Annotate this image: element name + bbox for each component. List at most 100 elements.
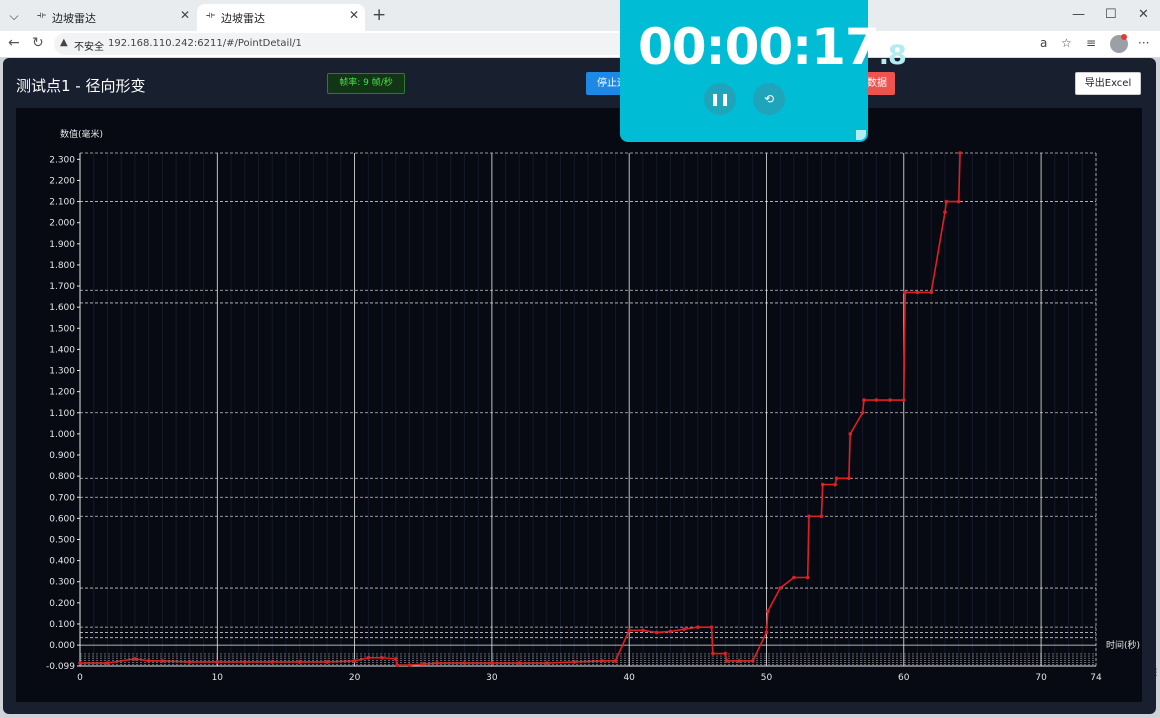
tab-list-menu-icon[interactable]: ⌵ bbox=[4, 6, 24, 26]
series-point bbox=[766, 609, 770, 614]
chart-panel: -0.099 0.000 0.100 0.200 0.300 0.400 0.500 0.60… bbox=[16, 108, 1142, 702]
notification-dot bbox=[1121, 34, 1127, 40]
series-point bbox=[711, 651, 715, 656]
series-point bbox=[901, 398, 906, 402]
y-tick-label: 1.800 bbox=[49, 261, 75, 271]
series-point bbox=[750, 659, 755, 663]
export-excel-button[interactable]: 导出Excel bbox=[1075, 72, 1141, 95]
y-tick-label: 0.000 bbox=[49, 641, 75, 651]
url-text[interactable]: 192.168.110.242:6211/#/PointDetail/1 bbox=[108, 38, 302, 49]
maximize-icon[interactable]: ☐ bbox=[1105, 7, 1117, 22]
y-tick-label: 0.500 bbox=[49, 535, 75, 545]
series-point bbox=[737, 659, 741, 663]
y-tick-label: 1.300 bbox=[49, 367, 75, 377]
y-tick-label: 0.100 bbox=[49, 620, 75, 630]
x-tick-label: 70 bbox=[1035, 673, 1047, 683]
x-tick-label: 30 bbox=[486, 673, 498, 683]
series-point bbox=[819, 514, 824, 519]
favorites-list-icon[interactable]: ≡ bbox=[1086, 36, 1096, 50]
stopwatch-overlay: 00:00:17.8 ❚❚ ⟲ bbox=[620, 0, 907, 142]
series-point bbox=[943, 210, 947, 214]
stopwatch-time: 00:00:17.8 bbox=[638, 18, 907, 76]
y-tick-label: 2.300 bbox=[49, 155, 75, 165]
stopwatch-time-main: 00:00:17 bbox=[638, 18, 880, 76]
window-close-icon[interactable]: ✕ bbox=[1138, 7, 1149, 22]
tab-inactive[interactable]: ⟛ 边坡雷达 ✕ bbox=[28, 4, 196, 31]
tab-title: 边坡雷达 bbox=[221, 12, 265, 25]
series-point bbox=[133, 657, 137, 661]
series-point bbox=[862, 398, 866, 402]
series-point bbox=[242, 660, 247, 664]
y-tick-label: 0.700 bbox=[49, 493, 75, 503]
series-point bbox=[696, 625, 700, 629]
series-point bbox=[188, 660, 192, 664]
back-icon[interactable]: ← bbox=[8, 35, 20, 51]
reload-icon[interactable]: ↻ bbox=[32, 35, 44, 51]
y-tick-label: 1.000 bbox=[49, 430, 75, 440]
series-point bbox=[325, 660, 329, 664]
resize-handle-icon: ⋮ bbox=[1152, 668, 1160, 678]
series-point bbox=[792, 575, 796, 580]
x-tick-label: 10 bbox=[212, 673, 224, 683]
series-point bbox=[807, 514, 811, 519]
tab-active[interactable]: ⟛ 边坡雷达 ✕ bbox=[197, 4, 365, 31]
x-tick-label: 20 bbox=[349, 673, 361, 683]
series-point bbox=[146, 659, 151, 663]
y-tick-label: 1.500 bbox=[49, 324, 75, 334]
pause-icon[interactable]: ❚❚ bbox=[704, 83, 736, 115]
read-aloud-icon[interactable]: a͏ bbox=[1040, 36, 1047, 50]
series-point bbox=[366, 655, 371, 660]
reset-icon[interactable]: ⟲ bbox=[753, 83, 785, 115]
x-tick-label: 50 bbox=[761, 673, 773, 683]
series-point bbox=[929, 290, 934, 295]
series-point bbox=[778, 586, 783, 590]
y-axis-label: 数值(毫米) bbox=[60, 128, 103, 140]
radar-icon: ⟛ bbox=[37, 10, 47, 21]
series-point bbox=[490, 661, 494, 665]
new-tab-button[interactable]: + bbox=[372, 5, 386, 25]
minimize-icon[interactable]: — bbox=[1072, 7, 1085, 22]
series-point bbox=[903, 290, 907, 295]
tab-title: 边坡雷达 bbox=[52, 12, 96, 25]
address-bar: ← ↻ ▲ 不安全 192.168.110.242:6211/#/PointDe… bbox=[0, 31, 1160, 58]
close-icon[interactable]: ✕ bbox=[349, 8, 359, 22]
series-point bbox=[599, 659, 604, 663]
browser-tabstrip: ⌵ ⟛ 边坡雷达 ✕ ⟛ 边坡雷达 ✕ + — ☐ ✕ bbox=[0, 0, 1160, 31]
series-point bbox=[820, 482, 825, 487]
page-title: 测试点1 - 径向形变 bbox=[16, 77, 146, 95]
warning-icon: ▲ bbox=[60, 37, 68, 48]
series-point bbox=[380, 655, 384, 660]
close-icon[interactable]: ✕ bbox=[180, 8, 190, 22]
series-point bbox=[874, 398, 879, 402]
y-tick-label: 1.200 bbox=[49, 388, 75, 398]
y-tick-label: 1.100 bbox=[49, 409, 75, 419]
series-point bbox=[682, 627, 686, 632]
series-point bbox=[393, 657, 398, 661]
series-point bbox=[833, 482, 837, 487]
series-point bbox=[105, 661, 110, 665]
series-point bbox=[641, 628, 645, 633]
y-tick-label: 1.400 bbox=[49, 345, 75, 355]
fps-badge: 帧率: 9 帧/秒 bbox=[327, 73, 405, 94]
y-tick-label: 0.800 bbox=[49, 472, 75, 482]
series-point bbox=[944, 199, 949, 204]
series-point bbox=[352, 659, 357, 663]
deformation-line-chart: -0.099 0.000 0.100 0.200 0.300 0.400 0.500 0.60… bbox=[46, 128, 1140, 683]
series-point bbox=[627, 628, 631, 633]
y-tick-label: 0.200 bbox=[49, 599, 75, 609]
y-tick-label: 2.100 bbox=[49, 198, 75, 208]
y-tick-label: 0.400 bbox=[49, 557, 75, 567]
resize-corner-icon[interactable] bbox=[856, 130, 866, 140]
y-tick-label: 0.300 bbox=[49, 578, 75, 588]
series-point bbox=[297, 660, 302, 664]
series-point bbox=[407, 663, 412, 667]
x-axis-label: 时间(秒) bbox=[1106, 639, 1140, 651]
insecure-label: 不安全 bbox=[74, 42, 104, 53]
series-point bbox=[848, 432, 853, 436]
series-point bbox=[956, 199, 961, 204]
more-menu-icon[interactable]: ··· bbox=[1138, 36, 1149, 50]
series-point bbox=[668, 629, 673, 634]
favorite-star-icon[interactable]: ☆ bbox=[1061, 36, 1072, 50]
series-point bbox=[888, 398, 892, 402]
series-point bbox=[764, 630, 769, 635]
